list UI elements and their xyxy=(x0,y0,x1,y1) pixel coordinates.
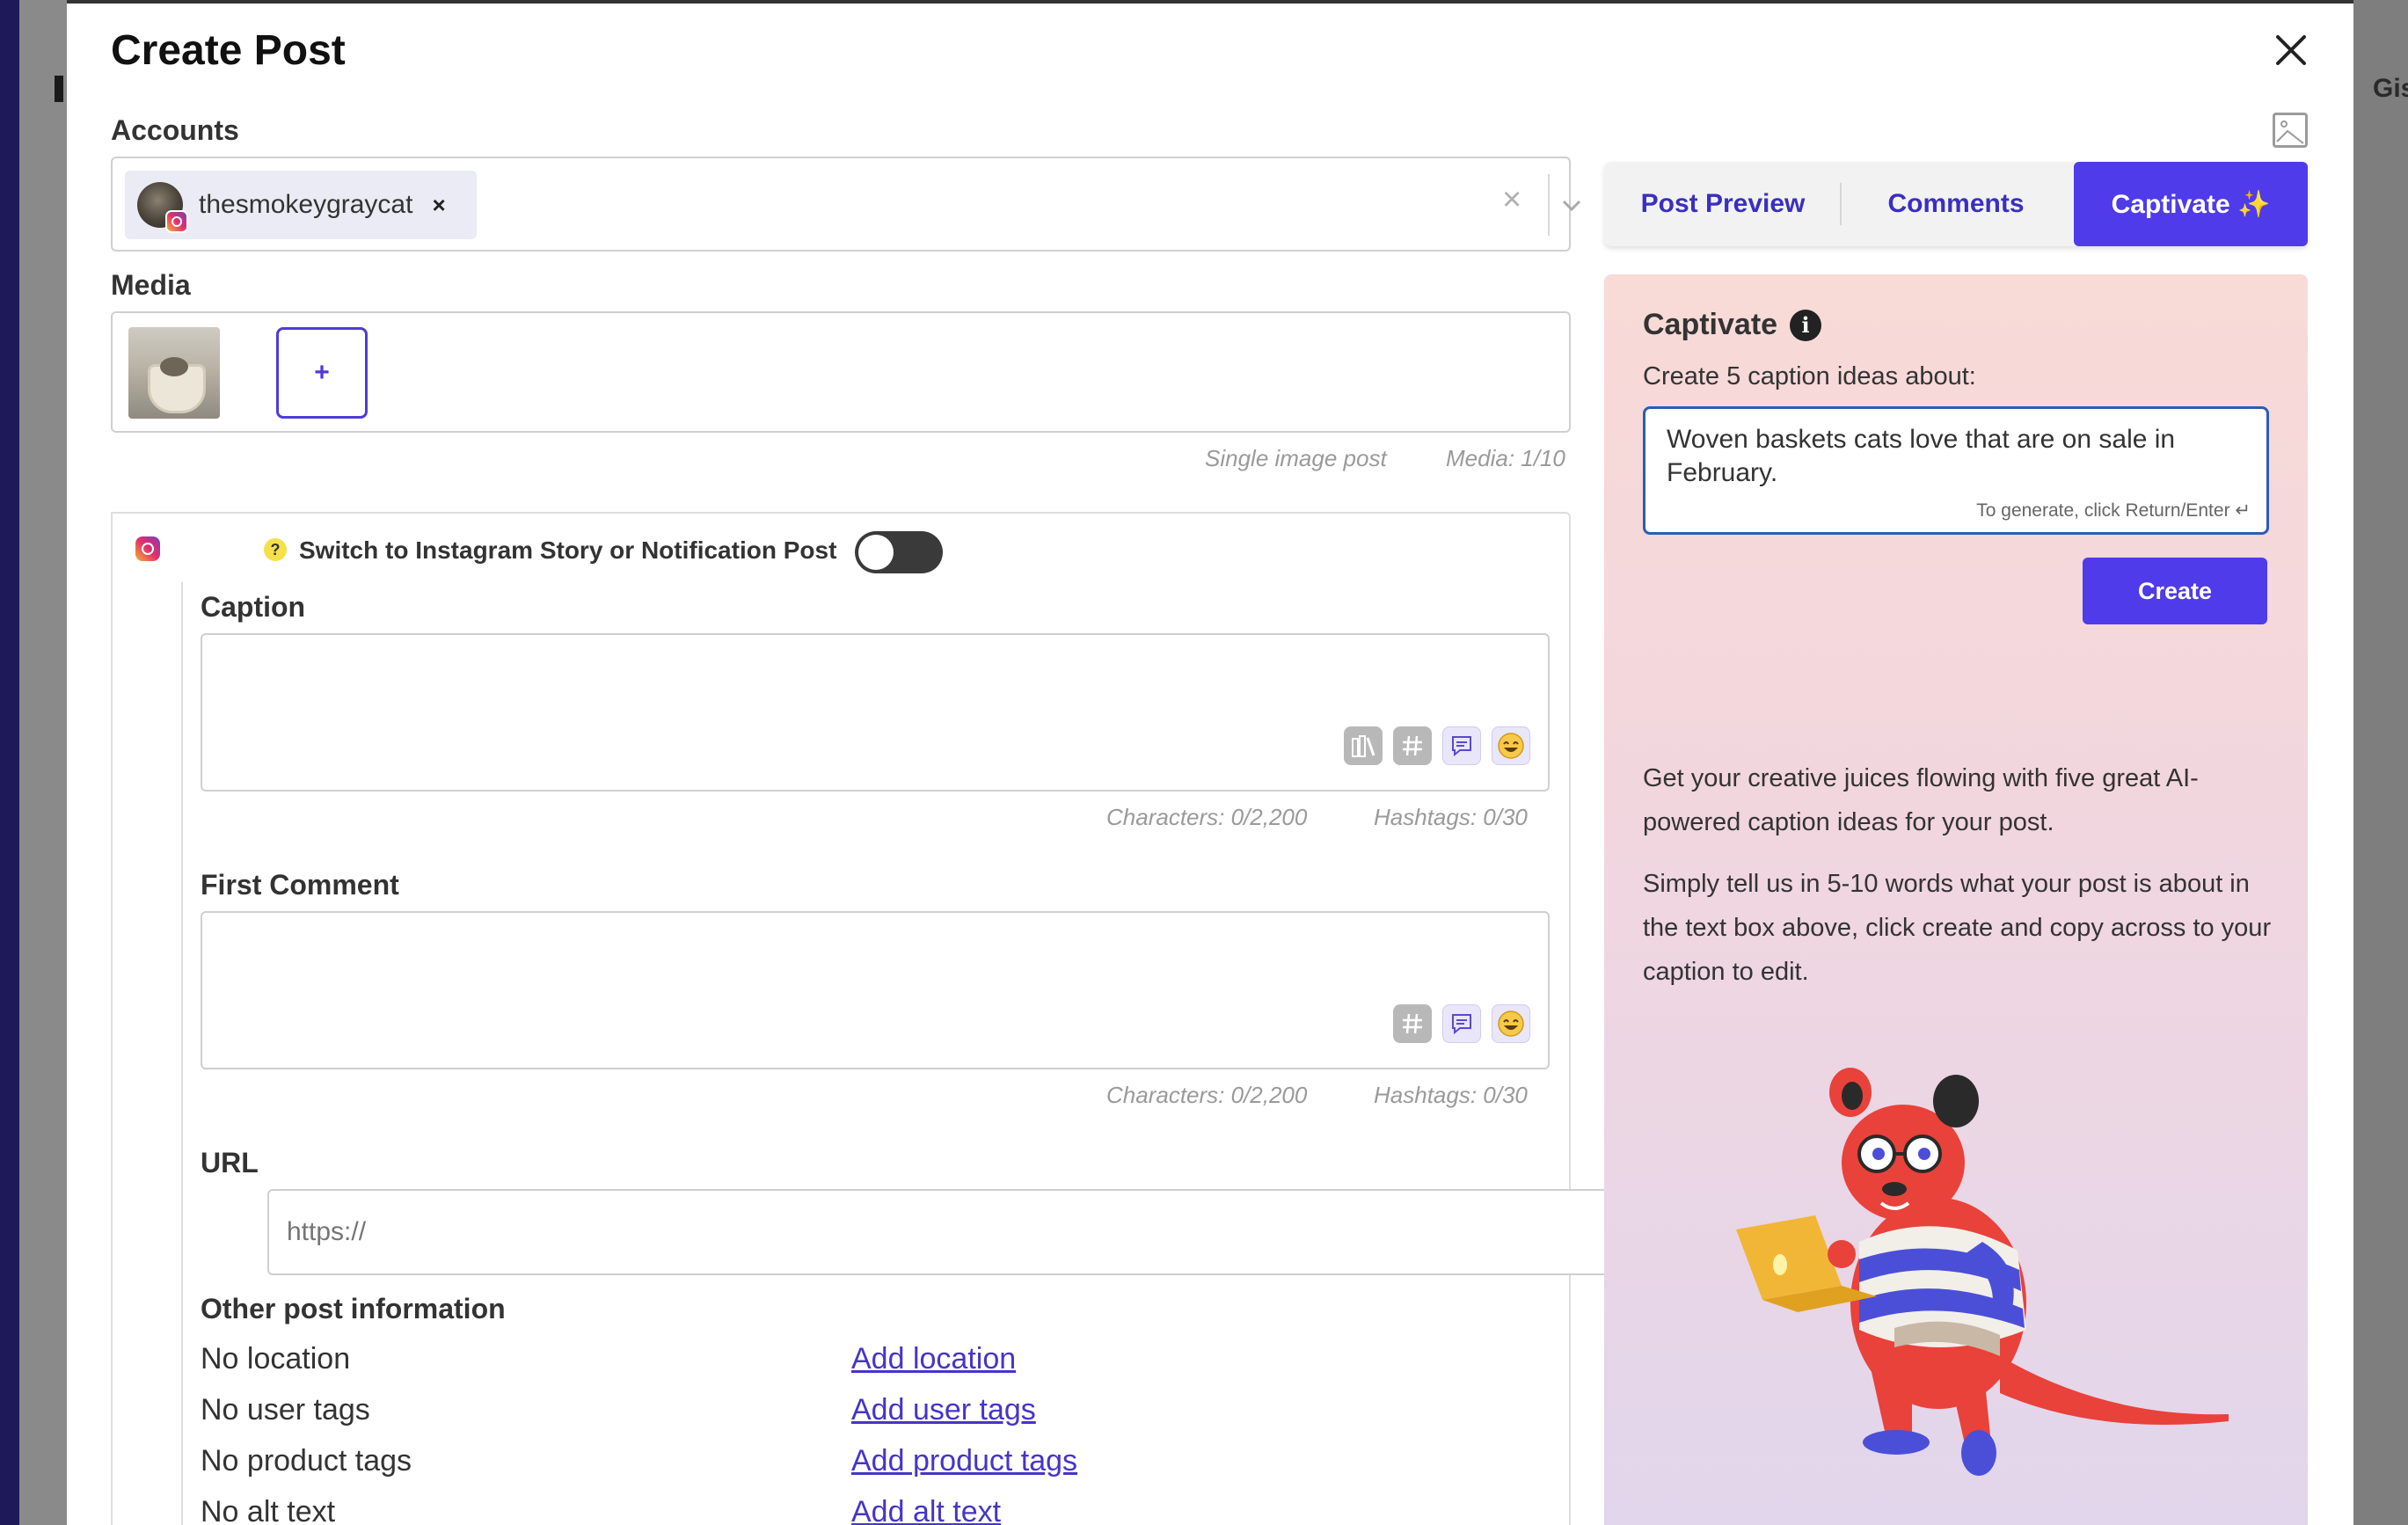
chevron-down-icon[interactable] xyxy=(1560,193,1583,216)
image-icon[interactable] xyxy=(2273,113,2308,148)
select-divider xyxy=(1548,174,1550,236)
first-comment-input[interactable] xyxy=(201,911,1550,1069)
media-post-type: Single image post xyxy=(1205,445,1387,471)
caption-hashtags: Hashtags: 0/30 xyxy=(1374,804,1528,830)
caption-label: Caption xyxy=(201,591,306,623)
captivate-instructions: Simply tell us in 5-10 words what your p… xyxy=(1643,870,2272,986)
mascot-illustration xyxy=(1736,1068,2229,1476)
help-icon[interactable]: ? xyxy=(264,538,287,561)
add-product-tags-link[interactable]: Add product tags xyxy=(851,1444,1077,1478)
clear-accounts-button[interactable]: × xyxy=(1502,181,1521,219)
comment-characters: Characters: 0/2,200 xyxy=(1106,1082,1308,1108)
first-comment-label: First Comment xyxy=(201,869,399,901)
remove-account-button[interactable]: × xyxy=(432,192,445,219)
generate-hint: To generate, click Return/Enter ↵ xyxy=(1976,500,2251,521)
captivate-description: Get your creative juices flowing with fi… xyxy=(1643,764,2199,836)
comment-hashtags: Hashtags: 0/30 xyxy=(1374,1082,1528,1108)
url-label: URL xyxy=(201,1147,259,1178)
create-button[interactable]: Create xyxy=(2083,558,2267,624)
add-user-tags-link[interactable]: Add user tags xyxy=(851,1393,1036,1427)
emoji-icon[interactable] xyxy=(1492,726,1530,765)
instagram-tab[interactable] xyxy=(111,512,181,582)
avatar xyxy=(137,182,188,233)
background-app-right xyxy=(2353,0,2408,1525)
tab-post-preview[interactable]: Post Preview xyxy=(1604,162,1842,246)
panel-divider xyxy=(181,582,183,1525)
accounts-label: Accounts xyxy=(111,114,239,146)
add-media-button[interactable]: + xyxy=(276,327,368,419)
background-app-sidebar xyxy=(0,0,19,1525)
account-name: thesmokeygraycat xyxy=(199,190,413,219)
caption-characters: Characters: 0/2,200 xyxy=(1106,804,1308,830)
media-box: + xyxy=(111,311,1571,433)
background-app-text: Gis xyxy=(2373,74,2408,103)
caption-input[interactable] xyxy=(201,633,1550,792)
caption-prompt-label: Create 5 caption ideas about: xyxy=(1643,362,1976,390)
alt-text-status: No alt text xyxy=(201,1495,336,1525)
account-chip: thesmokeygraycat × xyxy=(125,171,477,239)
tab-comments[interactable]: Comments xyxy=(1842,162,2070,246)
add-location-link[interactable]: Add location xyxy=(851,1342,1016,1376)
media-label: Media xyxy=(111,269,191,301)
modal-title: Create Post xyxy=(111,27,346,74)
instagram-icon xyxy=(165,210,188,233)
hashtag-icon[interactable] xyxy=(1393,726,1432,765)
captivate-title-text: Captivate xyxy=(1643,308,1778,341)
add-alt-text-link[interactable]: Add alt text xyxy=(851,1495,1001,1525)
close-icon[interactable] xyxy=(2267,26,2315,74)
captivate-panel: Captivate i Create 5 caption ideas about… xyxy=(1604,274,2308,1525)
story-switch-label: Switch to Instagram Story or Notificatio… xyxy=(299,536,837,564)
background-app-mark xyxy=(55,76,63,102)
info-icon[interactable]: i xyxy=(1790,309,1822,341)
caption-idea-input[interactable]: Woven baskets cats love that are on sale… xyxy=(1643,406,2269,535)
other-info-label: Other post information xyxy=(201,1293,506,1324)
location-status: No location xyxy=(201,1342,351,1375)
product-tags-status: No product tags xyxy=(201,1444,412,1478)
comment-icon[interactable] xyxy=(1442,1004,1481,1043)
preview-tabs: Post Preview Comments Captivate ✨ xyxy=(1604,162,2308,246)
emoji-icon[interactable] xyxy=(1492,1004,1530,1043)
user-tags-status: No user tags xyxy=(201,1393,370,1426)
comment-icon[interactable] xyxy=(1442,726,1481,765)
hashtag-icon[interactable] xyxy=(1393,1004,1432,1043)
story-toggle[interactable] xyxy=(855,531,943,573)
create-post-modal: Create Post Accounts thesmokeygraycat × … xyxy=(67,0,2353,1525)
instagram-icon xyxy=(135,536,160,561)
caption-idea-text: Woven baskets cats love that are on sale… xyxy=(1667,425,2176,487)
library-icon[interactable] xyxy=(1344,726,1383,765)
accounts-select[interactable]: thesmokeygraycat × × xyxy=(111,157,1581,252)
tab-captivate[interactable]: Captivate ✨ xyxy=(2074,162,2308,246)
media-thumbnail[interactable] xyxy=(128,327,220,419)
captivate-title: Captivate i xyxy=(1643,308,1822,342)
url-input[interactable] xyxy=(267,1189,1616,1275)
media-count: Media: 1/10 xyxy=(1446,445,1565,471)
